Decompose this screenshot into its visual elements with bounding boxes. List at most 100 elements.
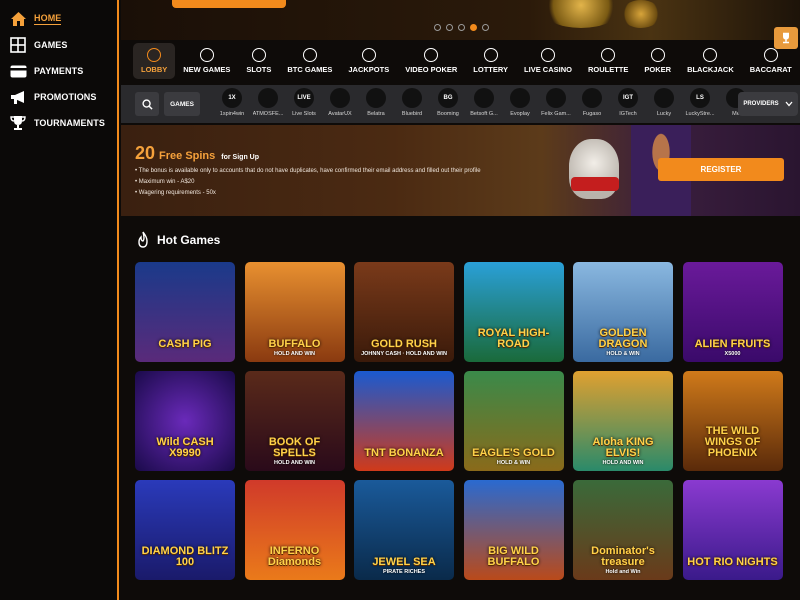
provider-logo [366,88,386,108]
game-tile[interactable]: BUFFALO HOLD AND WIN [244,262,345,362]
game-title: Aloha KING ELVIS! [592,436,654,459]
game-tile[interactable]: DIAMOND BLITZ 100 [135,480,235,580]
carousel-dot[interactable] [470,24,477,31]
provider-list: 1X 1spin4win ATMOSFE... LIVE Live Slots Avata… [214,88,754,117]
games-grid: CASH PIG BUFFALO HOLD AND WIN GOLD RUSH JOHN… [135,262,783,580]
game-tile[interactable]: GOLDEN DRAGON HOLD & WIN [573,262,673,362]
live-casino-icon [541,48,555,62]
game-tile[interactable]: Aloha KING ELVIS! HOLD AND WIN [573,371,673,471]
tab-btc-games[interactable]: BTC GAMES [279,43,340,79]
sidebar-item-payments[interactable]: PAYMENTS [0,58,117,84]
provider-luckystre[interactable]: LS LuckyStre... [682,88,718,117]
sidebar-item-tournaments[interactable]: TOURNAMENTS [0,110,117,136]
tab-baccarat[interactable]: BACCARAT [742,43,800,79]
promo-term: Maximum win - A$20 [135,177,481,188]
tab-jackpots[interactable]: JACKPOTS [340,43,397,79]
provider-evoplay[interactable]: Evoplay [502,88,538,117]
btc-games-icon [302,48,317,62]
game-tile[interactable]: CASH PIG [135,262,235,362]
provider-avatarux[interactable]: AvatarUX [322,88,358,117]
game-title: INFERNO Diamonds [267,545,322,568]
provider-live-slots[interactable]: LIVE Live Slots [286,88,322,117]
game-title: TNT BONANZA [364,447,444,459]
game-subtitle: HOLD AND WIN [273,351,316,357]
game-tile[interactable]: ALIEN FRUITS X5000 [682,262,783,362]
game-tile[interactable]: Wild CASH X9990 [135,371,235,471]
grid-icon [9,36,27,54]
tab-lottery[interactable]: LOTTERY [465,43,516,79]
game-tile[interactable]: HOT RIO NIGHTS [682,480,783,580]
tab-label: BLACKJACK [687,65,734,74]
coin-graphic [541,0,621,28]
providers-label: PROVIDERS [743,101,779,107]
game-tile[interactable]: ROYAL HIGH-ROAD [463,262,564,362]
carousel-dot[interactable] [434,24,441,31]
provider-betsoft-g[interactable]: Betsoft G... [466,88,502,117]
provider-fugaso[interactable]: Fugaso [574,88,610,117]
sidebar-item-games[interactable]: GAMES [0,32,117,58]
game-subtitle: HOLD AND WIN [602,460,644,466]
providers-dropdown[interactable]: PROVIDERS [738,92,798,116]
provider-atmosfe[interactable]: ATMOSFE... [250,88,286,117]
provider-name: Live Slots [292,111,316,117]
trophy-icon [9,114,27,132]
sidebar-item-home[interactable]: HOME [0,6,117,32]
tab-lobby[interactable]: LOBBY [133,43,176,79]
provider-bluebird[interactable]: Bluebird [394,88,430,117]
sidebar-item-label: PAYMENTS [34,66,84,76]
sidebar-item-promotions[interactable]: PROMOTIONS [0,84,117,110]
tab-roulette[interactable]: ROULETTE [580,43,636,79]
game-subtitle: HOLD & WIN [496,460,531,466]
hero-banner[interactable] [121,0,800,40]
game-tile[interactable]: EAGLE'S GOLD HOLD & WIN [463,371,564,471]
provider-1spin4win[interactable]: 1X 1spin4win [214,88,250,117]
promo-heading: Free Spins [159,150,216,162]
game-tile[interactable]: INFERNO Diamonds [244,480,345,580]
search-icon [141,98,153,110]
provider-felix-gam[interactable]: Felix Gam... [538,88,574,117]
tab-label: BACCARAT [749,65,792,74]
hot-games-title: Hot Games [157,233,221,247]
video-poker-icon [424,48,439,62]
tab-live-casino[interactable]: LIVE CASINO [516,43,580,79]
provider-lucky[interactable]: Lucky [646,88,682,117]
tab-label: JACKPOTS [348,65,390,74]
sidebar: HOME GAMES PAYMENTS PROMOTIONS TOURNAMEN… [0,0,119,600]
tab-poker[interactable]: POKER [636,43,679,79]
game-title: CASH PIG [158,338,212,350]
game-tile[interactable]: BIG WILD BUFFALO [463,480,564,580]
provider-igtech[interactable]: IGT IGTech [610,88,646,117]
hero-cta-button[interactable] [172,0,286,8]
carousel-dot[interactable] [482,24,489,31]
game-tile[interactable]: TNT BONANZA [354,371,454,471]
search-button[interactable] [135,92,159,116]
tab-video-poker[interactable]: VIDEO POKER [397,43,465,79]
games-filter-button[interactable]: GAMES [164,92,200,116]
tab-label: LOBBY [141,65,168,74]
tab-slots[interactable]: SLOTS [238,43,279,79]
carousel-dot[interactable] [446,24,453,31]
provider-name: Belatra [367,111,385,117]
game-tile[interactable]: JEWEL SEA PIRATE RICHES [354,480,454,580]
provider-belatra[interactable]: Belatra [358,88,394,117]
game-tile[interactable]: GOLD RUSH JOHNNY CASH · HOLD AND WIN [354,262,454,362]
game-subtitle: JOHNNY CASH · HOLD AND WIN [361,351,447,357]
sidebar-item-label: TOURNAMENTS [34,118,105,128]
game-title: BUFFALO [268,338,321,350]
provider-logo [546,88,566,108]
game-title: DIAMOND BLITZ 100 [141,545,229,568]
tab-blackjack[interactable]: BLACKJACK [679,43,742,79]
game-tile[interactable]: BOOK OF SPELLS HOLD AND WIN [244,371,345,471]
provider-name: Fugaso [582,111,602,117]
carousel-dot[interactable] [458,24,465,31]
game-subtitle: PIRATE RICHES [382,569,426,575]
provider-booming[interactable]: BG Booming [430,88,466,117]
game-tile[interactable]: Dominator's treasure Hold and Win [573,480,673,580]
tab-new-games[interactable]: NEW GAMES [175,43,238,79]
game-title: GOLD RUSH [371,338,437,350]
register-button[interactable]: REGISTER [658,158,784,181]
game-tile[interactable]: THE WILD WINGS OF PHOENIX [682,371,783,471]
provider-name: ATMOSFE... [252,111,284,117]
provider-name: IGTech [619,111,637,117]
provider-logo [510,88,530,108]
